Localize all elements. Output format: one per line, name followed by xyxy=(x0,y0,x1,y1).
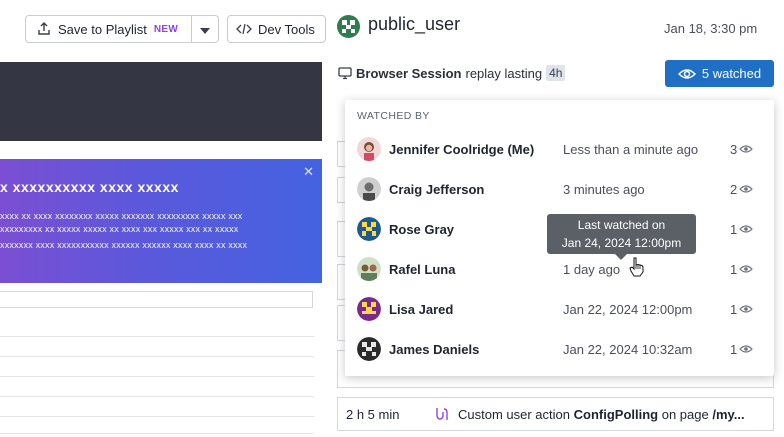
avatar xyxy=(357,257,381,281)
list-item xyxy=(0,396,314,416)
watch-count: 2 xyxy=(730,182,754,197)
watcher-row[interactable]: James Daniels Jan 22, 2024 10:32am 1 xyxy=(345,329,774,369)
watcher-name: Rafel Luna xyxy=(389,261,456,277)
watcher-name: Rose Gray xyxy=(389,221,455,237)
watched-button[interactable]: 5 watched xyxy=(665,60,774,87)
avatar xyxy=(357,217,381,241)
new-badge: NEW xyxy=(153,23,179,35)
event-row[interactable]: 2 h 5 min Custom user action ConfigPolli… xyxy=(337,397,774,431)
watcher-time: Jan 22, 2024 10:32am xyxy=(563,341,693,357)
promo-banner: x xxxxxxxxxx xxxx xxxxx xxxx xx xxxx xxx… xyxy=(0,159,322,283)
eye-icon xyxy=(677,68,696,80)
monitor-icon xyxy=(338,66,352,80)
eye-icon xyxy=(739,184,754,194)
avatar xyxy=(357,137,381,161)
replay-toolbar: Save to Playlist NEW Dev Tools xyxy=(25,15,326,43)
watcher-row[interactable]: Jennifer Coolridge (Me) Less than a minu… xyxy=(345,129,774,169)
eye-icon xyxy=(739,224,754,234)
replay-viewport-header xyxy=(0,62,322,141)
list-item xyxy=(0,336,314,356)
event-duration: 2 h 5 min xyxy=(346,406,400,422)
avatar xyxy=(357,297,381,321)
watcher-time: 3 minutes ago xyxy=(563,181,645,197)
watch-count: 1 xyxy=(730,222,754,237)
watcher-row[interactable]: Lisa Jared Jan 22, 2024 12:00pm 1 xyxy=(345,289,774,329)
custom-action-icon xyxy=(434,406,450,422)
avatar xyxy=(357,177,381,201)
watch-count: 1 xyxy=(730,262,754,277)
event-mid: on page xyxy=(661,406,709,422)
banner-line: xxxx xx xxxx xxxxxxxx xxxxx xxxxxxx xxxx… xyxy=(0,211,243,221)
user-avatar xyxy=(337,15,360,38)
watched-by-header: WATCHED BY xyxy=(357,110,430,122)
watch-count: 3 xyxy=(730,142,754,157)
eye-icon xyxy=(739,344,754,354)
session-text: replay lasting xyxy=(465,65,543,81)
tooltip-line: Last watched on xyxy=(577,218,666,232)
watch-count: 1 xyxy=(730,342,754,357)
watcher-row[interactable]: Rafel Luna 1 day ago 1 xyxy=(345,249,774,289)
watch-count: 1 xyxy=(730,302,754,317)
watcher-name: Craig Jefferson xyxy=(389,181,485,197)
list-item xyxy=(0,416,314,434)
chevron-down-icon xyxy=(200,22,210,37)
watched-label: 5 watched xyxy=(701,66,762,81)
hand-cursor-icon xyxy=(628,257,646,277)
eye-icon xyxy=(739,144,754,154)
watcher-name: Jennifer Coolridge (Me) xyxy=(389,141,535,157)
eye-icon xyxy=(739,264,754,274)
list-item xyxy=(0,376,314,396)
watcher-time: 1 day ago xyxy=(563,261,621,277)
tooltip-line: Jan 24, 2024 12:00pm xyxy=(561,236,682,250)
replay-list xyxy=(0,336,314,434)
dev-tools-button[interactable]: Dev Tools xyxy=(227,15,326,43)
watcher-time: Less than a minute ago xyxy=(563,141,699,157)
event-prefix: Custom user action xyxy=(458,406,570,422)
code-icon xyxy=(236,21,252,37)
watcher-time: Jan 22, 2024 12:00pm xyxy=(563,301,693,317)
save-to-playlist-button[interactable]: Save to Playlist NEW xyxy=(25,15,192,43)
avatar xyxy=(357,337,381,361)
session-username: public_user xyxy=(368,14,461,34)
playlist-dropdown-button[interactable] xyxy=(192,15,219,43)
session-info: Browser Session replay lasting 4h xyxy=(338,64,566,82)
banner-title: x xxxxxxxxxx xxxx xxxxx xyxy=(0,179,179,195)
event-action: ConfigPolling xyxy=(573,406,659,422)
watcher-row[interactable]: Craig Jefferson 3 minutes ago 2 xyxy=(345,169,774,209)
session-type: Browser Session xyxy=(356,65,462,81)
watcher-name: James Daniels xyxy=(389,341,480,357)
banner-line: xxxxxxx xxxx xxxxxxxxxxx xxxxxx xxxxxx x… xyxy=(0,240,248,250)
event-page: /my... xyxy=(712,406,745,422)
eye-icon xyxy=(739,304,754,314)
list-item xyxy=(0,356,314,376)
session-date: Jan 18, 3:30 pm xyxy=(664,21,758,36)
replay-input-field[interactable] xyxy=(0,291,313,308)
last-watched-tooltip: Last watched on Jan 24, 2024 12:00pm xyxy=(547,214,696,260)
share-upload-icon xyxy=(36,21,52,37)
save-to-playlist-label: Save to Playlist xyxy=(58,21,147,37)
banner-line: xxxxxxxxx xx xxxxx xxxxx xx xxxx xxx xxx… xyxy=(0,224,239,234)
watcher-name: Lisa Jared xyxy=(389,301,454,317)
close-icon[interactable]: ✕ xyxy=(303,164,314,180)
dev-tools-label: Dev Tools xyxy=(258,21,315,37)
duration-badge: 4h xyxy=(546,65,566,81)
